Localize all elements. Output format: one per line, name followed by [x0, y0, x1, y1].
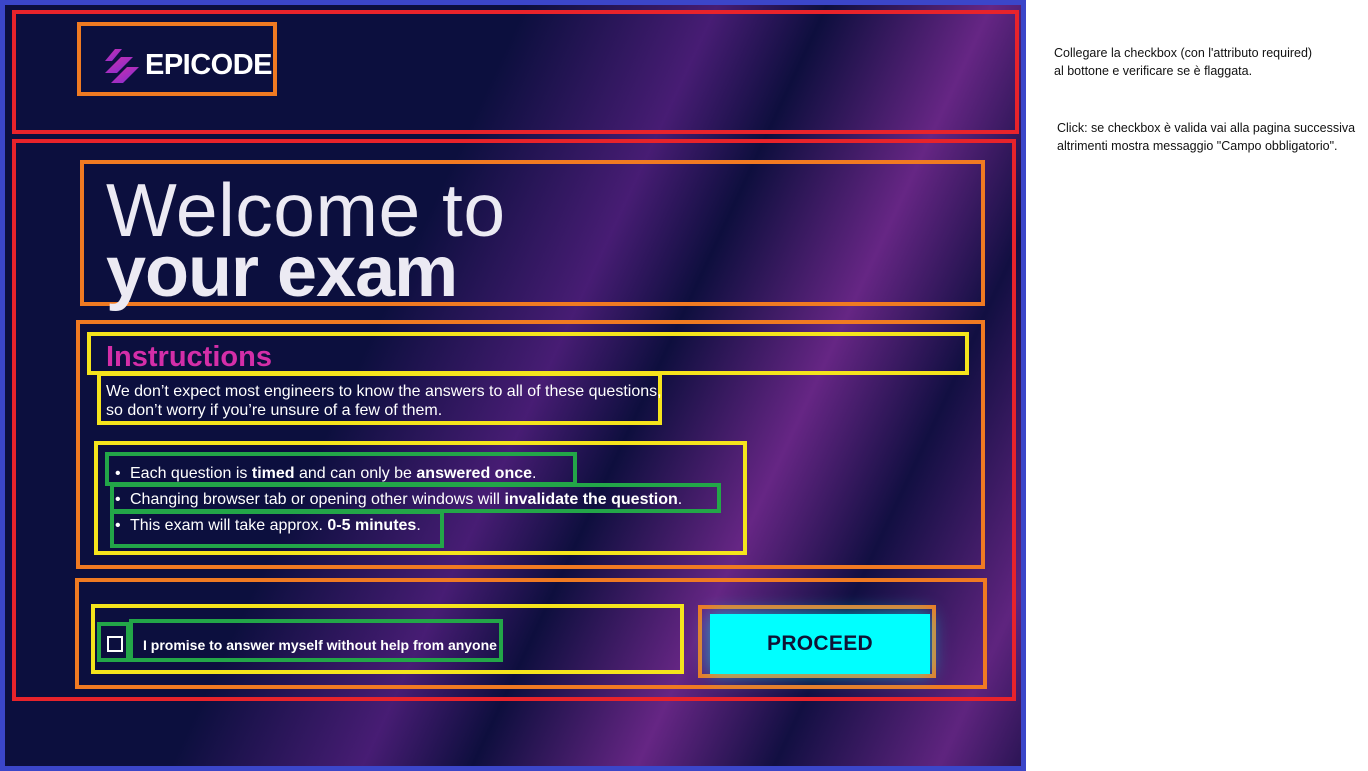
logo: EPICODE [105, 47, 273, 83]
promise-label: I promise to answer myself without help … [143, 637, 497, 653]
epicode-logo-icon [105, 49, 139, 83]
logo-text: EPICODE [145, 48, 273, 81]
rule-duration: • This exam will take approx. 0-5 minutes… [115, 517, 421, 534]
note-click-behaviour: Click: se checkbox è valida vai alla pag… [1057, 121, 1356, 153]
rule-browser-tab: • Changing browser tab or opening other w… [115, 491, 683, 508]
rule-timed: • Each question is timed and can only be … [115, 465, 537, 482]
note-checkbox-required: Collegare la checkbox (con l'attributo r… [1054, 46, 1313, 78]
instructions-intro: We don’t expect most engineers to know t… [106, 383, 662, 419]
exam-welcome-page: EPICODE Welcome to your exam Instruction… [0, 0, 1026, 771]
promise-checkbox[interactable] [107, 636, 123, 652]
proceed-button[interactable]: PROCEED [710, 614, 930, 674]
page-title-line2: your exam [106, 232, 458, 312]
instructions-heading: Instructions [106, 341, 272, 373]
